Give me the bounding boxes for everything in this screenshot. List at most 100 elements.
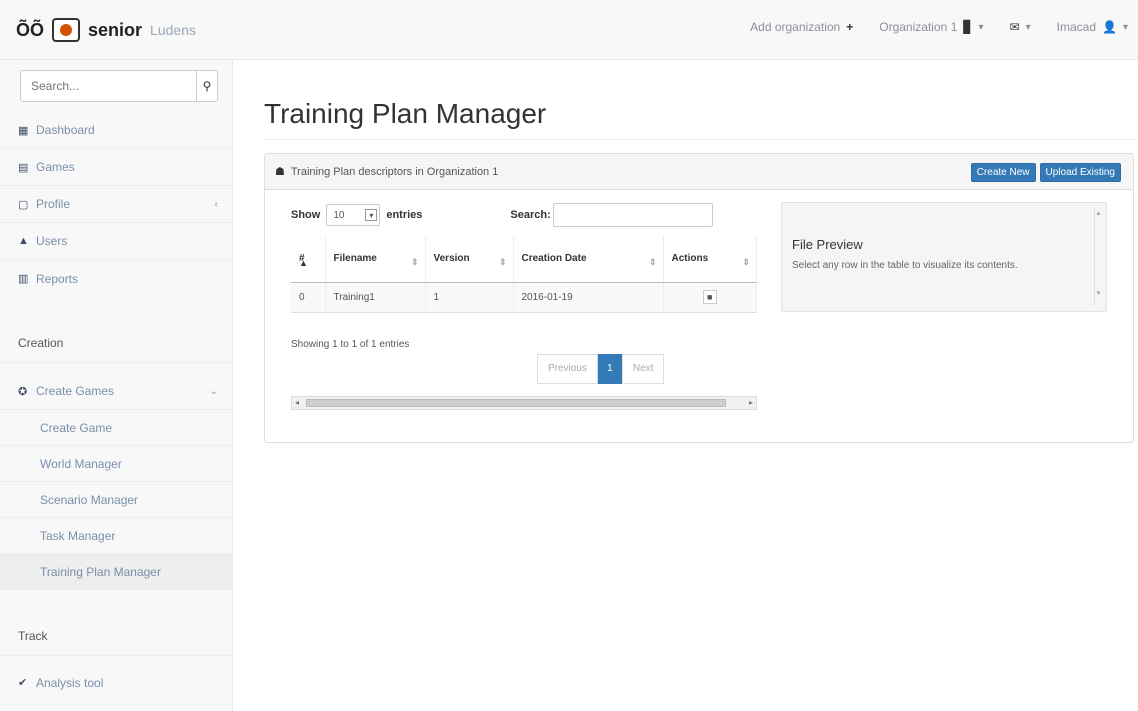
file-preview-title: File Preview [792,237,863,252]
col-header-version[interactable]: Version ⇕ [425,236,514,283]
sidebar-sub-world-manager[interactable]: World Manager [0,446,232,482]
user-name: Imacad [1056,20,1097,34]
sidebar-sub-training-plan-manager[interactable]: Training Plan Manager [0,554,232,590]
sidebar-sub-scenario-manager[interactable]: Scenario Manager [0,482,232,518]
col-header-filename[interactable]: Filename ⇕ [325,236,426,283]
caret-down-icon: ▾ [1122,21,1128,33]
show-label: Show [291,209,321,221]
training-plan-panel: ☗ Training Plan descriptors in Organizat… [264,153,1134,443]
search-icon: ⚲ [202,79,212,93]
pagination-page-1[interactable]: 1 [597,353,622,384]
page-title: Training Plan Manager [264,60,1134,140]
brand[interactable]: ÕÕ senior Ludens [16,16,196,44]
sort-icon: ⇕ [410,256,419,267]
user-dropdown[interactable]: Imacad 👤 ▾ [1057,20,1128,34]
navbar-right: Add organization + Organization 1 ▊ ▾ ✉ … [750,20,1128,34]
row-action-button[interactable]: ■ [702,290,717,304]
scroll-down-icon[interactable]: ▾ [1095,289,1102,297]
select-arrow-icon: ▾ [365,209,378,221]
brand-sub: Ludens [150,22,196,38]
pagination-previous[interactable]: Previous [537,353,598,384]
col-header-creation-date[interactable]: Creation Date ⇕ [513,236,664,283]
sort-icon: ⇕ [498,256,507,267]
scrollbar-thumb[interactable] [306,398,726,407]
cell-number: 0 [291,282,326,313]
entries-select[interactable]: 10 ▾ [326,204,381,226]
sidebar-item-dashboard[interactable]: ▦ Dashboard [0,112,232,149]
scroll-right-icon[interactable]: ▸ [749,398,753,407]
users-icon: ▲ [18,235,29,247]
sidebar-item-label: Games [36,160,75,174]
sidebar-item-label: Create Games [36,384,115,398]
sort-icon: ⇕ [648,256,657,267]
cell-actions: ■ [663,282,757,313]
sidebar-item-games[interactable]: ▤ Games [0,149,232,186]
sidebar-item-users[interactable]: ▲ Users [0,223,232,260]
sidebar-nav: ▦ Dashboard ▤ Games ▢ Profile ‹ ▲ Users … [0,112,232,297]
organization-dropdown[interactable]: Organization 1 ▊ ▾ [879,20,983,34]
reports-icon: ▥ [18,273,29,285]
file-preview-panel: File Preview Select any row in the table… [781,202,1107,312]
sidebar-item-label: Analysis tool [36,675,104,690]
vertical-scrollbar[interactable]: ▴ ▾ [1094,209,1102,305]
col-header-number[interactable]: # ▲ [291,236,326,283]
dashboard-icon: ▦ [18,124,29,137]
check-icon: ✔ [18,677,28,689]
sidebar-heading-track: Track [0,616,232,656]
chevron-down-icon: ⌄ [209,385,218,397]
caret-down-icon: ▾ [978,21,984,33]
sidebar: ⚲ ▦ Dashboard ▤ Games ▢ Profile ‹ ▲ User… [0,60,233,711]
profile-icon: ▢ [18,198,29,211]
sort-asc-icon: ▲ [299,257,308,268]
brand-name: senior [88,19,143,40]
pagination: Previous 1 Next [537,353,761,384]
sort-icon: ⇕ [742,256,750,267]
scroll-up-icon[interactable]: ▴ [1095,209,1102,217]
square-icon: ■ [707,292,713,302]
upload-existing-button[interactable]: Upload Existing [1039,163,1121,182]
col-header-actions[interactable]: Actions ⇕ [663,236,757,283]
sidebar-sub-create-game[interactable]: Create Game [0,410,232,446]
eyes-logo-icon: ÕÕ [16,19,45,40]
organization-label: Organization 1 [879,20,958,34]
sidebar-search-input[interactable] [21,71,196,101]
add-organization-label: Add organization [750,20,841,34]
horizontal-scrollbar[interactable]: ◂ ▸ [291,395,757,410]
plus-icon: + [846,20,854,34]
building-icon: ▊ [963,20,973,34]
sidebar-item-label: Profile [36,197,71,211]
sidebar-item-analysis-tool[interactable]: ✔ Analysis tool [0,664,232,701]
people-icon: ☗ [275,166,285,178]
sidebar-sub-task-manager[interactable]: Task Manager [0,518,232,554]
datatable-controls: Show 10 ▾ entries Search: [291,202,761,228]
panel-title: Training Plan descriptors in Organizatio… [290,165,499,178]
sidebar-item-profile[interactable]: ▢ Profile ‹ [0,186,232,223]
sidebar-search: ⚲ [20,70,218,102]
file-preview-text: Select any row in the table to visualize… [792,260,1018,271]
table-header-row: # ▲ Filename ⇕ Version ⇕ Creation Date ⇕ Act… [291,236,757,283]
games-icon: ▤ [18,161,29,174]
caret-down-icon: ▾ [1025,21,1031,33]
create-new-button[interactable]: Create New [970,163,1036,182]
search-button[interactable]: ⚲ [196,71,217,101]
top-navbar: ÕÕ senior Ludens Add organization + Orga… [0,0,1138,60]
table-row[interactable]: 0 Training1 1 2016-01-19 ■ [291,282,757,313]
entries-label: entries [386,209,423,221]
cell-creation-date: 2016-01-19 [513,282,664,313]
sidebar-item-label: Reports [36,271,79,286]
chevron-left-icon: ‹ [214,198,218,210]
add-organization-link[interactable]: Add organization + [750,20,853,34]
entries-value: 10 [333,209,345,221]
gear-icon: ✪ [18,385,28,398]
envelope-icon: ✉ [1009,20,1020,34]
cell-filename: Training1 [325,282,426,313]
panel-buttons: Create New Upload Existing [970,163,1121,182]
pagination-next[interactable]: Next [621,353,665,384]
table-search-input[interactable] [552,203,713,227]
messages-dropdown[interactable]: ✉ ▾ [1010,20,1031,34]
table-search-label: Search: [510,209,551,221]
main-content: Training Plan Manager ☗ Training Plan de… [264,60,1134,443]
scroll-left-icon[interactable]: ◂ [295,398,299,407]
sidebar-item-create-games[interactable]: ✪ Create Games ⌄ [0,373,232,410]
sidebar-item-reports[interactable]: ▥ Reports [0,260,232,297]
